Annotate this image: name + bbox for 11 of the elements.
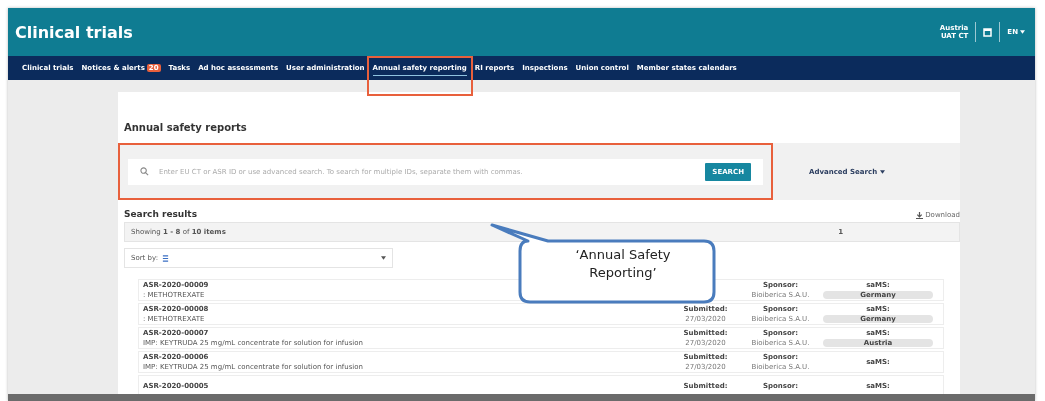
- caret-icon: [880, 169, 886, 174]
- page-title: Annual safety reports: [123, 121, 248, 135]
- app-title: Clinical trials: [15, 22, 133, 42]
- search-icon: [140, 167, 149, 176]
- section-title: Search results: [124, 209, 198, 219]
- list-icon: [162, 254, 169, 262]
- caret-icon: [381, 256, 386, 260]
- caret-icon: [1020, 30, 1025, 34]
- callout-text: ‘Annual Safety Reporting’: [574, 246, 672, 282]
- download-icon: [916, 211, 924, 219]
- window-icon[interactable]: [983, 27, 993, 37]
